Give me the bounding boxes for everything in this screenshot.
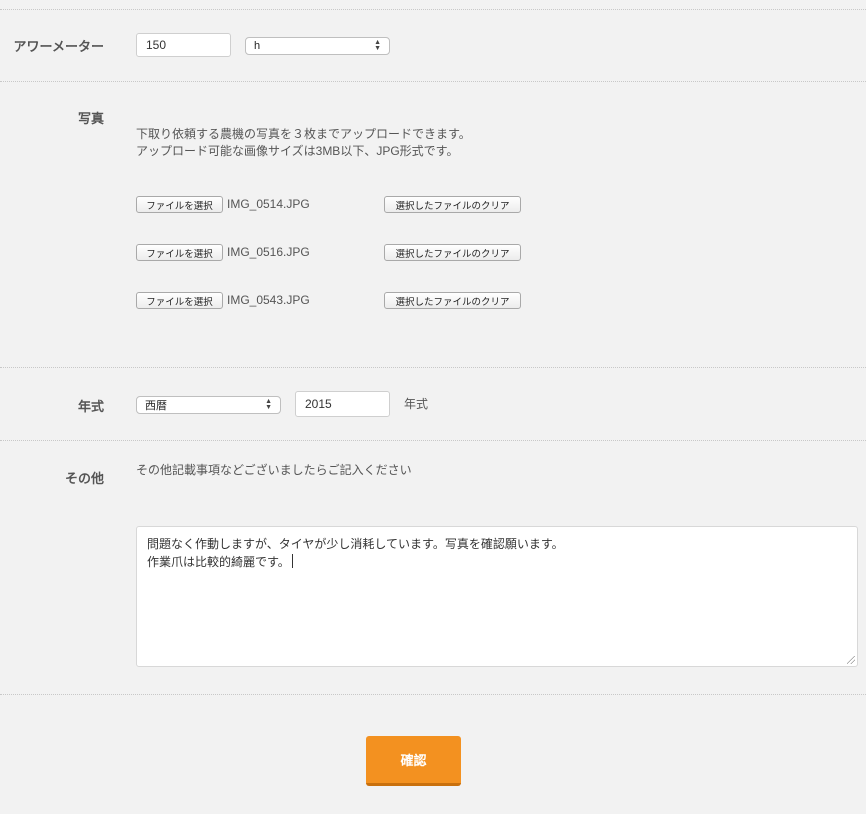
hour-meter-value: 150 xyxy=(146,38,167,52)
divider-after-year xyxy=(0,440,866,441)
confirm-button[interactable]: 確認 xyxy=(366,736,461,786)
clear-file-button-3[interactable]: 選択したファイルのクリア xyxy=(384,292,521,309)
other-textarea[interactable]: 問題なく作動しますが、タイヤが少し消耗しています。写真を確認願います。 作業爪は… xyxy=(136,526,858,667)
divider-after-photos xyxy=(0,367,866,368)
choose-file-button-1[interactable]: ファイルを選択 xyxy=(136,196,223,213)
era-select[interactable]: 西暦 ▲ ▼ xyxy=(136,396,281,414)
divider-top xyxy=(0,9,866,10)
year-value: 2015 xyxy=(305,397,332,411)
divider-after-hour-meter xyxy=(0,81,866,82)
choose-file-button-3[interactable]: ファイルを選択 xyxy=(136,292,223,309)
hour-meter-unit-value: h xyxy=(254,40,261,52)
year-suffix: 年式 xyxy=(404,397,429,411)
photos-description-line1: 下取り依頼する農機の写真を３枚までアップロードできます。 xyxy=(136,127,471,141)
clear-file-button-2[interactable]: 選択したファイルのクリア xyxy=(384,244,521,261)
select-arrows-icon: ▲ ▼ xyxy=(374,39,381,52)
file-name-1: IMG_0514.JPG xyxy=(227,197,310,211)
hour-meter-unit-select[interactable]: h ▲ ▼ xyxy=(245,37,390,55)
other-label: その他 xyxy=(64,472,104,487)
other-hint: その他記載事項などございましたらご記入ください xyxy=(136,463,412,477)
text-caret xyxy=(291,554,293,568)
photos-description-line2: アップロード可能な画像サイズは3MB以下、JPG形式です。 xyxy=(136,144,459,158)
year-input[interactable]: 2015 xyxy=(295,391,390,417)
other-text-line1: 問題なく作動しますが、タイヤが少し消耗しています。写真を確認願います。 xyxy=(147,537,564,551)
other-text-line2-wrap: 作業爪は比較的綺麗です。 xyxy=(147,553,847,571)
file-name-3: IMG_0543.JPG xyxy=(227,293,310,307)
select-arrows-icon: ▲ ▼ xyxy=(265,398,272,411)
photos-label: 写真 xyxy=(77,112,104,127)
choose-file-button-2[interactable]: ファイルを選択 xyxy=(136,244,223,261)
hour-meter-label: アワーメーター xyxy=(13,40,104,55)
file-name-2: IMG_0516.JPG xyxy=(227,245,310,259)
other-text-line2: 作業爪は比較的綺麗です。 xyxy=(147,555,290,569)
divider-after-other xyxy=(0,694,866,695)
resize-handle-icon[interactable] xyxy=(847,656,855,664)
year-label: 年式 xyxy=(77,400,104,415)
hour-meter-input[interactable]: 150 xyxy=(136,33,231,57)
era-select-value: 西暦 xyxy=(145,400,167,412)
clear-file-button-1[interactable]: 選択したファイルのクリア xyxy=(384,196,521,213)
